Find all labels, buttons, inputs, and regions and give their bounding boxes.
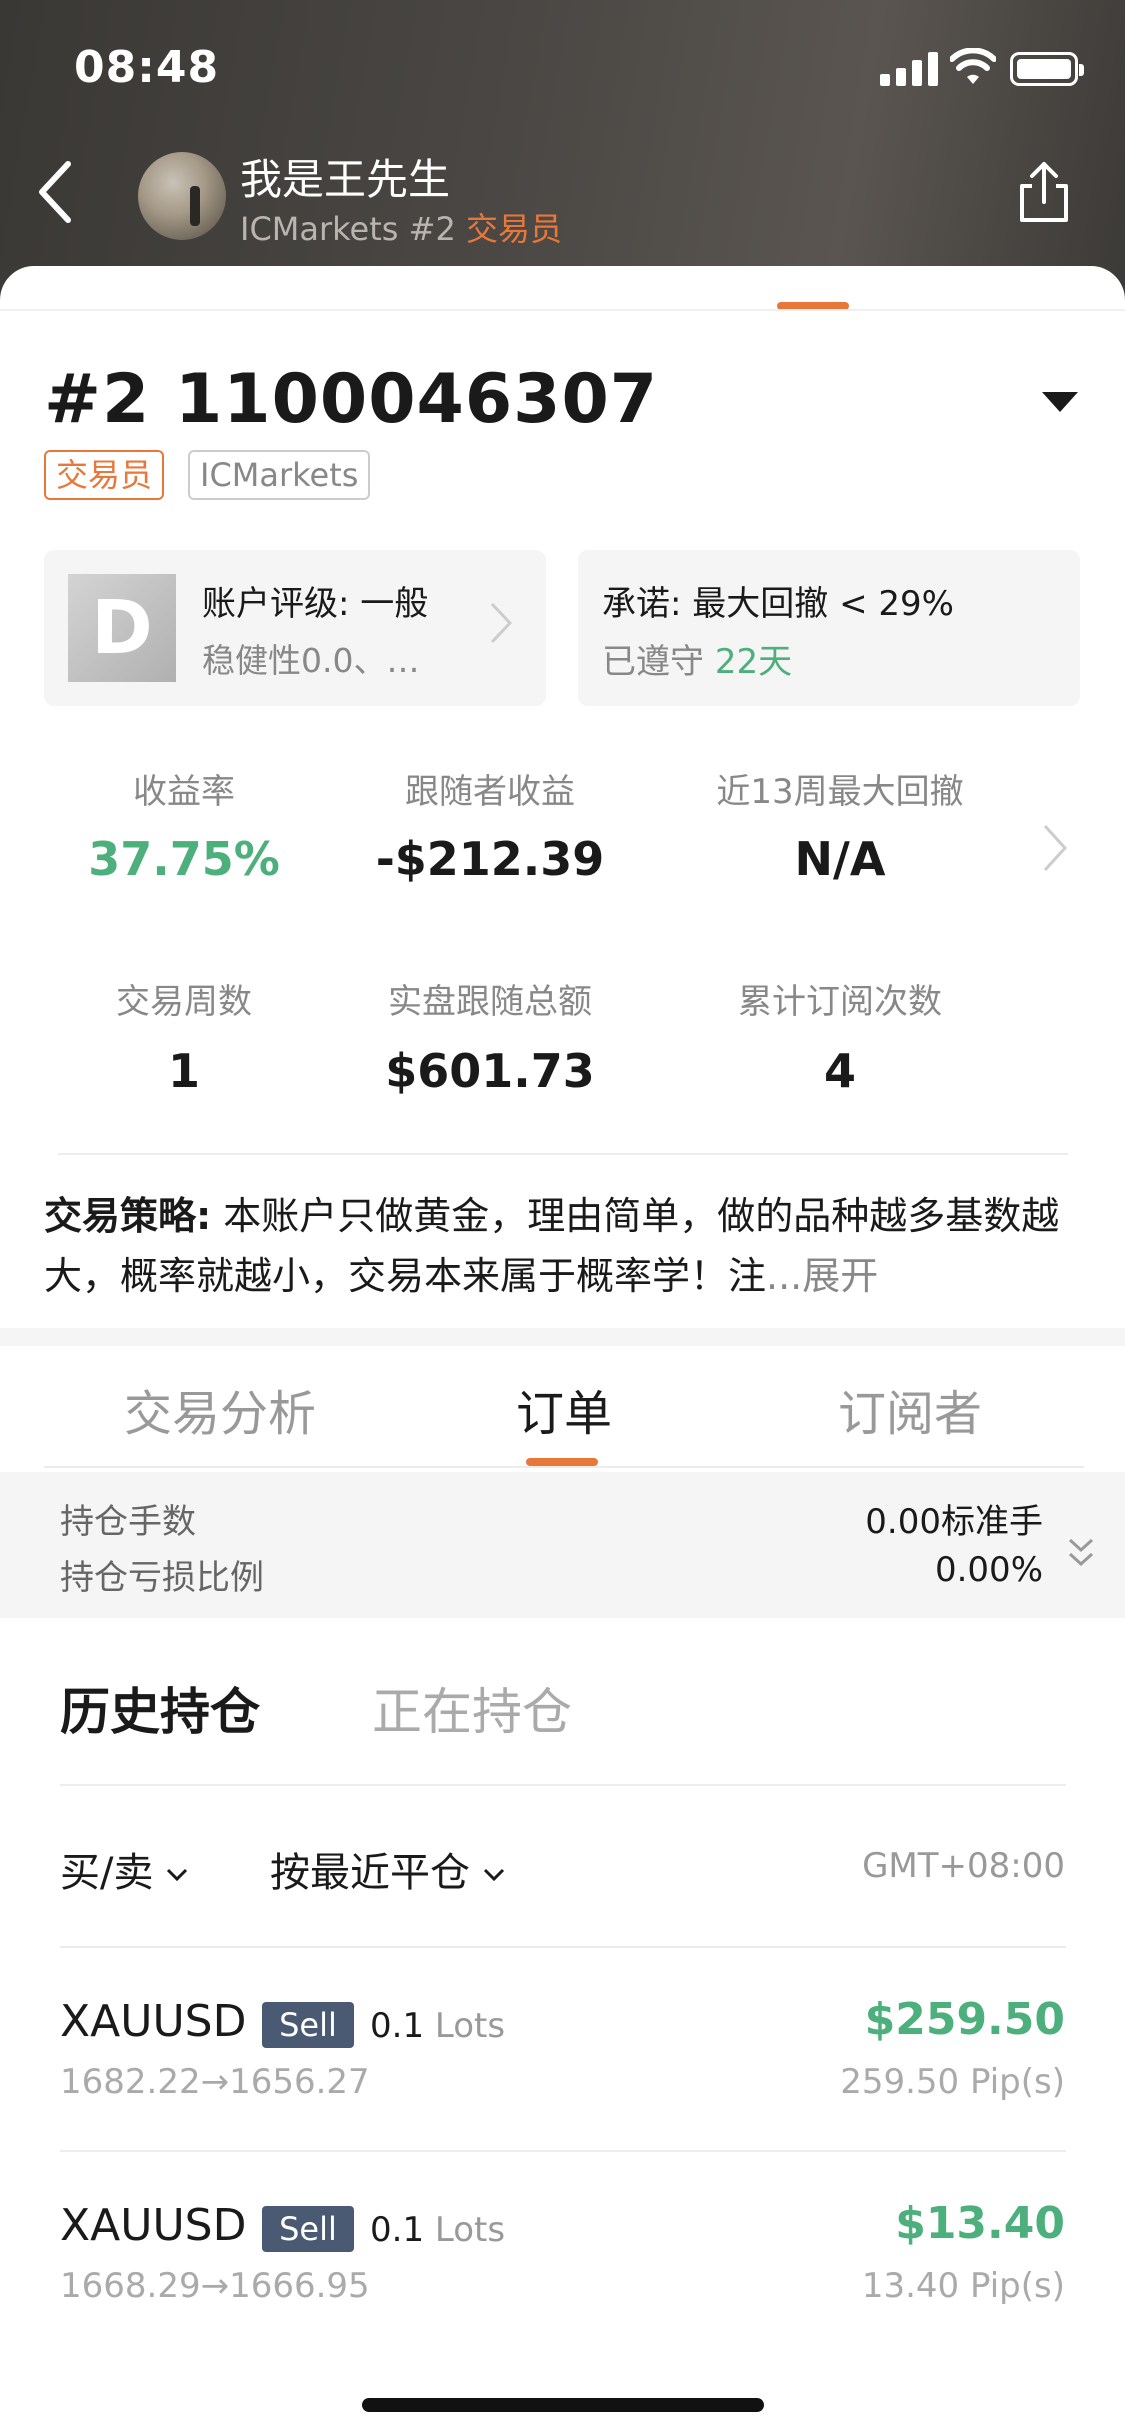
divider [0, 309, 1125, 311]
share-icon[interactable] [1016, 160, 1072, 226]
account-title: #2 1100046307 [44, 360, 659, 439]
promise-title: 承诺: 最大回撤 < 29% [602, 584, 954, 624]
order-profit: $259.50 [864, 1994, 1065, 2045]
strategy-ellipsis: ... [766, 1254, 803, 1298]
tab-orders[interactable]: 订单 [516, 1374, 612, 1444]
stat-label-drawdown: 近13周最大回撤 [716, 772, 964, 812]
user-name: 我是王先生 [240, 155, 451, 204]
status-time: 08:48 [74, 42, 220, 93]
chevron-right-icon [490, 602, 513, 644]
stat-label-follower-profit: 跟随者收益 [405, 772, 575, 812]
stat-label-weeks: 交易周数 [116, 982, 252, 1022]
stat-value-return: 37.75% [88, 832, 280, 886]
home-indicator[interactable] [362, 2398, 764, 2412]
tab-open-positions[interactable]: 正在持仓 [372, 1672, 572, 1744]
tab-subscribers[interactable]: 订阅者 [838, 1374, 982, 1444]
promise-card: 承诺: 最大回撤 < 29% 已遵守 22天 [578, 550, 1080, 706]
divider [60, 2150, 1066, 2152]
broker-tag: ICMarkets [188, 450, 371, 500]
stat-label-subscriptions: 累计订阅次数 [738, 982, 942, 1022]
expand-link[interactable]: 展开 [802, 1254, 878, 1298]
stat-label-follow-amount: 实盘跟随总额 [388, 982, 592, 1022]
double-chevron-down-icon[interactable] [1066, 1536, 1096, 1570]
strategy-text: 交易策略: 本账户只做黄金，理由简单，做的品种越多基数越大，概率就越小，交易本来… [44, 1186, 1084, 1306]
divider [60, 1784, 1066, 1786]
order-lots: 0.1 Lots [370, 2210, 505, 2250]
side-filter-label: 买/卖 [60, 1850, 154, 1896]
sort-filter-label: 按最近平仓 [270, 1850, 470, 1896]
stat-value-subscriptions: 4 [823, 1044, 856, 1098]
trader-tag: 交易员 [44, 450, 165, 500]
avatar[interactable] [138, 152, 226, 240]
broker-rank: ICMarkets #2 [240, 210, 466, 248]
stat-value-drawdown: N/A [794, 832, 886, 886]
user-subtitle: ICMarkets #2 交易员 [240, 204, 562, 250]
loss-ratio-label: 持仓亏损比例 [60, 1558, 264, 1598]
wifi-icon [950, 48, 996, 84]
profile-header: 08:48 我是王先生 ICMarkets #2 交易员 [0, 0, 1125, 300]
chevron-down-icon [167, 1868, 188, 1882]
strategy-label: 交易策略: [44, 1194, 212, 1238]
side-filter[interactable]: 买/卖 [60, 1840, 189, 1898]
lots-label: 持仓手数 [60, 1502, 196, 1542]
lots-number: 0.1 [370, 2210, 425, 2250]
kept-label: 已遵守 [602, 642, 715, 682]
order-symbol: XAUUSD [60, 2200, 247, 2251]
order-profit: $13.40 [895, 2198, 1065, 2249]
order-prices: 1682.22→1656.27 [60, 2062, 370, 2102]
lots-value: 0.00标准手 [865, 1502, 1043, 1542]
stat-value-follower-profit: -$212.39 [375, 832, 605, 886]
order-lots: 0.1 Lots [370, 2006, 505, 2046]
back-icon[interactable] [36, 160, 76, 224]
stat-label-return: 收益率 [133, 772, 235, 812]
divider [58, 1153, 1068, 1155]
loss-ratio-value: 0.00% [934, 1550, 1043, 1590]
tab-trade-analysis[interactable]: 交易分析 [124, 1374, 316, 1444]
order-prices: 1668.29→1666.95 [60, 2266, 370, 2306]
grade-badge: D [68, 574, 176, 682]
promise-kept: 已遵守 22天 [602, 634, 792, 683]
timezone-label: GMT+08:00 [862, 1846, 1065, 1886]
role-label: 交易员 [465, 210, 562, 248]
side-badge: Sell [262, 2206, 354, 2252]
tab-history-positions[interactable]: 历史持仓 [60, 1672, 260, 1744]
lots-unit: Lots [424, 2006, 506, 2046]
dropdown-icon[interactable] [1042, 392, 1078, 412]
divider [44, 1466, 1084, 1468]
lots-number: 0.1 [370, 2006, 425, 2046]
divider [60, 1946, 1066, 1948]
side-badge: Sell [262, 2002, 354, 2048]
rating-title: 账户评级: 一般 [202, 584, 429, 624]
order-symbol: XAUUSD [60, 1996, 247, 2047]
active-tab-indicator [526, 1458, 598, 1466]
sort-filter[interactable]: 按最近平仓 [270, 1840, 506, 1898]
order-pips: 13.40 Pip(s) [861, 2266, 1065, 2306]
stat-value-follow-amount: $601.73 [385, 1044, 595, 1098]
account-rating-card[interactable]: D 账户评级: 一般 稳健性0.0、… [44, 550, 546, 706]
chevron-right-icon[interactable] [1040, 822, 1070, 874]
chevron-down-icon [483, 1868, 505, 1882]
signal-icon [880, 52, 938, 86]
rating-detail: 稳健性0.0、… [202, 641, 420, 680]
order-pips: 259.50 Pip(s) [840, 2062, 1065, 2102]
section-separator [0, 1328, 1125, 1346]
battery-icon [1010, 52, 1084, 86]
stat-value-weeks: 1 [167, 1044, 200, 1098]
lots-unit: Lots [424, 2210, 506, 2250]
kept-days: 22天 [714, 642, 793, 682]
